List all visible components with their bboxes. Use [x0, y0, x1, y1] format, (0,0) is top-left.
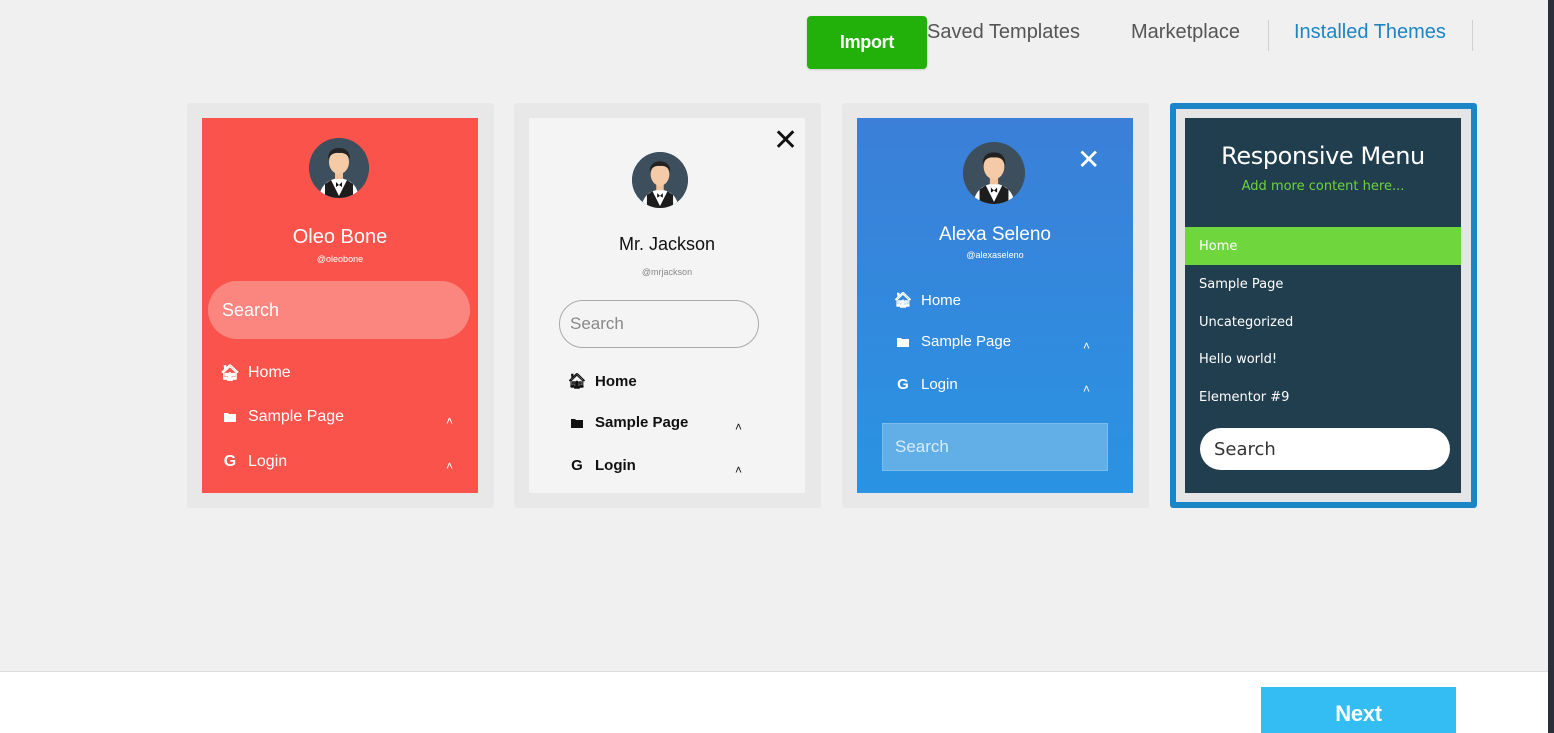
menu-label: Sample Page: [595, 414, 689, 431]
close-icon[interactable]: ✕: [773, 126, 798, 156]
folder-icon: [222, 412, 238, 422]
menu-item-home[interactable]: 🏠︎ Home: [219, 363, 291, 383]
tab-saved-templates[interactable]: Saved Templates: [927, 21, 1080, 44]
home-icon: 🏠︎: [219, 365, 241, 382]
avatar: [963, 142, 1025, 204]
theme-preview: Oleo Bone @oleobone Search 🏠︎ Home Sampl…: [202, 118, 478, 493]
chevron-up-icon[interactable]: ˄: [735, 420, 742, 434]
menu-label: Home: [248, 364, 291, 381]
search-input[interactable]: Search: [882, 423, 1108, 471]
profile-name: Mr. Jackson: [618, 234, 716, 254]
theme-preview: ✕ Mr. Jackson @mrjackson Search 🏠︎ Home …: [529, 118, 805, 493]
person-avatar-icon: [632, 152, 688, 208]
menu-item-uncategorized[interactable]: Uncategorized: [1185, 303, 1461, 341]
menu-label: Sample Page: [248, 408, 345, 425]
menu-item-sample-page[interactable]: Sample Page: [222, 408, 344, 426]
profile-name: Oleo Bone: [292, 226, 388, 248]
menu-item-home[interactable]: 🏠︎ Home: [567, 372, 637, 391]
menu-item-sample-page[interactable]: Sample Page: [1185, 265, 1461, 303]
tab-installed-themes[interactable]: Installed Themes: [1294, 21, 1446, 44]
theme-card-alexa-seleno[interactable]: ✕ Alexa Seleno @alexaseleno 🏠︎ Home Samp…: [842, 103, 1149, 508]
close-icon[interactable]: ✕: [1077, 146, 1100, 174]
avatar: [309, 138, 369, 198]
search-input[interactable]: Search: [208, 281, 470, 339]
tab-divider: [1268, 20, 1269, 51]
folder-icon: [569, 418, 585, 428]
profile-name: Alexa Seleno: [939, 224, 1051, 245]
menu-title: Responsive Menu: [1221, 142, 1425, 170]
menu-label: Login: [595, 457, 636, 474]
google-icon: G: [223, 453, 237, 470]
home-icon: 🏠︎: [567, 373, 587, 390]
theme-card-responsive-menu[interactable]: Responsive Menu Add more content here...…: [1170, 103, 1477, 508]
chevron-up-icon[interactable]: ˄: [1083, 339, 1090, 353]
theme-card-mr-jackson[interactable]: ✕ Mr. Jackson @mrjackson Search 🏠︎ Home …: [514, 103, 821, 508]
chevron-up-icon[interactable]: ˄: [735, 463, 742, 477]
menu-item-login[interactable]: G Login: [569, 457, 636, 474]
home-icon: 🏠︎: [893, 292, 913, 309]
person-avatar-icon: [309, 138, 369, 198]
folder-icon: [895, 337, 911, 347]
chevron-up-icon[interactable]: ˄: [1083, 382, 1090, 396]
profile-handle: @mrjackson: [641, 267, 693, 277]
tab-marketplace[interactable]: Marketplace: [1131, 21, 1240, 44]
search-input[interactable]: Search: [1200, 428, 1450, 470]
google-icon: G: [571, 457, 583, 474]
theme-preview: Responsive Menu Add more content here...…: [1185, 118, 1461, 493]
menu-item-home[interactable]: Home: [1185, 227, 1461, 265]
chevron-up-icon[interactable]: ˄: [446, 414, 453, 428]
person-avatar-icon: [963, 142, 1025, 204]
menu-label: Home: [921, 291, 962, 309]
window-edge: [1548, 0, 1554, 733]
profile-handle: @alexaseleno: [966, 250, 1024, 260]
import-button[interactable]: Import: [807, 16, 927, 69]
menu-item-login[interactable]: G Login: [895, 376, 958, 393]
tab-divider: [1472, 20, 1473, 51]
menu-label: Login: [248, 453, 288, 470]
theme-card-oleo-bone[interactable]: Oleo Bone @oleobone Search 🏠︎ Home Sampl…: [187, 103, 494, 508]
menu-item-home[interactable]: 🏠︎ Home: [893, 291, 962, 310]
chevron-up-icon[interactable]: ˄: [446, 459, 453, 473]
menu-subtitle: Add more content here...: [1241, 179, 1405, 194]
menu-label: Home: [595, 372, 637, 390]
menu-label: Login: [921, 376, 958, 393]
theme-preview: ✕ Alexa Seleno @alexaseleno 🏠︎ Home Samp…: [857, 118, 1133, 493]
search-input[interactable]: Search: [559, 300, 759, 348]
google-icon: G: [897, 376, 909, 393]
menu-item-sample-page[interactable]: Sample Page: [569, 414, 688, 431]
menu-item-hello-world[interactable]: Hello world!: [1185, 340, 1461, 378]
profile-handle: @oleobone: [316, 254, 364, 264]
menu-item-login[interactable]: G Login: [222, 453, 287, 471]
menu-item-elementor-9[interactable]: Elementor #9: [1185, 378, 1461, 416]
menu-label: Sample Page: [921, 333, 1012, 350]
avatar: [632, 152, 688, 208]
menu-item-sample-page[interactable]: Sample Page: [895, 333, 1011, 350]
next-button[interactable]: Next: [1261, 687, 1456, 733]
